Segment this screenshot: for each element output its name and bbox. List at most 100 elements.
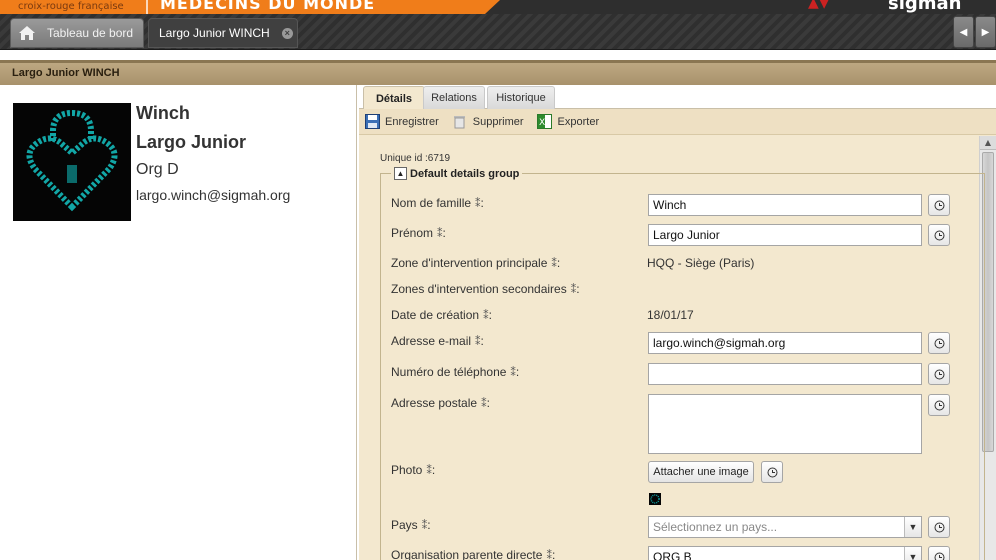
label-text: Pays xyxy=(391,518,418,532)
field-row-email: Adresse e-mail ⁑: largo.winch@sigmah.org xyxy=(381,332,985,356)
main-tab-bar: Tableau de bord Largo Junior WINCH × ◀ ▶ xyxy=(0,14,996,50)
field-label-email: Adresse e-mail ⁑: xyxy=(391,334,484,348)
field-row-phone: Numéro de téléphone ⁑: xyxy=(381,363,985,387)
excel-icon: X xyxy=(537,114,553,130)
scroll-right-icon[interactable]: ▶ xyxy=(975,16,996,48)
label-text: Nom de famille xyxy=(391,196,472,210)
label-text: Zone d'intervention principale xyxy=(391,256,548,270)
floppy-disk-icon xyxy=(364,114,380,130)
history-button[interactable] xyxy=(928,332,950,354)
banner-separator xyxy=(146,0,148,14)
croix-rouge-logo-text: croix-rouge française xyxy=(18,1,124,12)
field-row-parent-org: Organisation parente directe ⁑: ORG B ▼ xyxy=(381,546,985,560)
collapse-icon[interactable]: ▲ xyxy=(394,167,407,180)
details-toolbar: Enregistrer Supprimer X Exporter xyxy=(359,109,996,135)
field-row-postal: Adresse postale ⁑: xyxy=(381,394,985,456)
tab-contact-largo[interactable]: Largo Junior WINCH × xyxy=(148,18,298,48)
label-text: Zones d'intervention secondaires xyxy=(391,282,567,296)
scroll-left-icon[interactable]: ◀ xyxy=(953,16,974,48)
history-icon xyxy=(934,369,944,379)
field-label-creation-date: Date de création ⁑: xyxy=(391,308,492,322)
history-icon xyxy=(934,230,944,240)
save-label: Enregistrer xyxy=(385,115,439,128)
postal-address-textarea[interactable] xyxy=(648,394,922,454)
field-row-main-zone: Zone d'intervention principale ⁑: HQQ - … xyxy=(381,256,985,276)
first-name-input[interactable]: Largo Junior xyxy=(648,224,922,246)
home-icon xyxy=(15,21,39,45)
group-legend[interactable]: ▲ Default details group xyxy=(391,167,523,180)
phone-input[interactable] xyxy=(648,363,922,385)
tab-contact-label: Largo Junior WINCH xyxy=(159,26,270,40)
field-row-creation-date: Date de création ⁑: 18/01/17 xyxy=(381,308,985,328)
app-banner: croix-rouge française MÉDECINS DU MONDE … xyxy=(0,0,996,14)
history-button[interactable] xyxy=(761,461,783,483)
label-text: Photo xyxy=(391,463,423,477)
group-title: Default details group xyxy=(410,167,520,180)
parent-org-select[interactable]: ORG B ▼ xyxy=(648,546,922,560)
history-button[interactable] xyxy=(928,194,950,216)
email-input[interactable]: largo.winch@sigmah.org xyxy=(648,332,922,354)
close-icon[interactable]: × xyxy=(281,27,293,39)
field-label-country: Pays ⁑: xyxy=(391,518,431,532)
photo-thumbnail[interactable] xyxy=(649,493,661,505)
history-button[interactable] xyxy=(928,224,950,246)
history-icon xyxy=(767,467,777,477)
profile-summary: Winch Largo Junior Org D largo.winch@sig… xyxy=(136,103,290,203)
export-label: Exporter xyxy=(557,115,600,128)
field-label-postal: Adresse postale ⁑: xyxy=(391,396,490,410)
creation-date-value: 18/01/17 xyxy=(647,308,694,322)
history-icon xyxy=(934,200,944,210)
field-row-photo: Photo ⁑: Attacher une image xyxy=(381,461,985,511)
tab-dashboard[interactable]: Tableau de bord xyxy=(10,18,144,48)
sigmah-logo: sigmah xyxy=(888,0,962,14)
profile-panel: Winch Largo Junior Org D largo.winch@sig… xyxy=(0,85,357,560)
field-label-parent-org: Organisation parente directe ⁑: xyxy=(391,548,556,560)
field-label-phone: Numéro de téléphone ⁑: xyxy=(391,365,520,379)
tab-dashboard-label: Tableau de bord xyxy=(47,26,134,40)
profile-email: largo.winch@sigmah.org xyxy=(136,187,291,203)
scroll-up-icon[interactable]: ▲ xyxy=(980,136,996,150)
history-icon xyxy=(934,400,944,410)
label-text: Adresse postale xyxy=(391,396,478,410)
history-button[interactable] xyxy=(928,363,950,385)
trash-icon xyxy=(452,114,468,130)
unique-id: Unique id :6719 xyxy=(380,153,451,164)
tab-history[interactable]: Historique xyxy=(487,86,555,109)
details-panel: Détails Relations Historique Enregistrer… xyxy=(359,85,996,560)
detail-tabs: Détails Relations Historique xyxy=(359,85,996,110)
label-text: Prénom xyxy=(391,226,434,240)
chevron-down-icon[interactable]: ▼ xyxy=(904,517,921,537)
field-row-secondary-zones: Zones d'intervention secondaires ⁑: xyxy=(381,282,985,302)
profile-last-name: Winch xyxy=(136,103,190,123)
country-select[interactable]: Sélectionnez un pays... ▼ xyxy=(648,516,922,538)
field-row-first-name: Prénom ⁑: Largo Junior xyxy=(381,224,985,248)
field-row-last-name: Nom de famille ⁑: Winch xyxy=(381,194,985,218)
delete-button[interactable]: Supprimer xyxy=(452,114,524,130)
delete-label: Supprimer xyxy=(472,115,524,128)
field-label-main-zone: Zone d'intervention principale ⁑: xyxy=(391,256,561,270)
field-row-country: Pays ⁑: Sélectionnez un pays... ▼ xyxy=(381,516,985,540)
export-button[interactable]: X Exporter xyxy=(537,114,600,130)
history-button[interactable] xyxy=(928,394,950,416)
page-title-bar: Largo Junior WINCH xyxy=(0,60,996,85)
label-text: Organisation parente directe xyxy=(391,548,543,560)
chevron-down-icon[interactable]: ▼ xyxy=(904,547,921,560)
profile-first-name: Largo Junior xyxy=(136,132,247,152)
history-button[interactable] xyxy=(928,516,950,538)
page-title: Largo Junior WINCH xyxy=(12,67,120,79)
save-button[interactable]: Enregistrer xyxy=(364,114,439,130)
default-details-group: ▲ Default details group Nom de famille ⁑… xyxy=(380,167,985,560)
label-text: Adresse e-mail xyxy=(391,334,472,348)
last-name-input[interactable]: Winch xyxy=(648,194,922,216)
tab-relations[interactable]: Relations xyxy=(423,86,485,109)
history-icon xyxy=(934,552,944,560)
history-icon xyxy=(934,522,944,532)
tab-details[interactable]: Détails xyxy=(363,86,425,110)
history-button[interactable] xyxy=(928,546,950,560)
field-label-last-name: Nom de famille ⁑: xyxy=(391,196,484,210)
profile-org: Org D xyxy=(136,161,179,178)
svg-text:X: X xyxy=(539,118,545,128)
attach-image-button[interactable]: Attacher une image xyxy=(648,461,754,483)
history-icon xyxy=(934,338,944,348)
parent-org-value: ORG B xyxy=(653,550,692,560)
